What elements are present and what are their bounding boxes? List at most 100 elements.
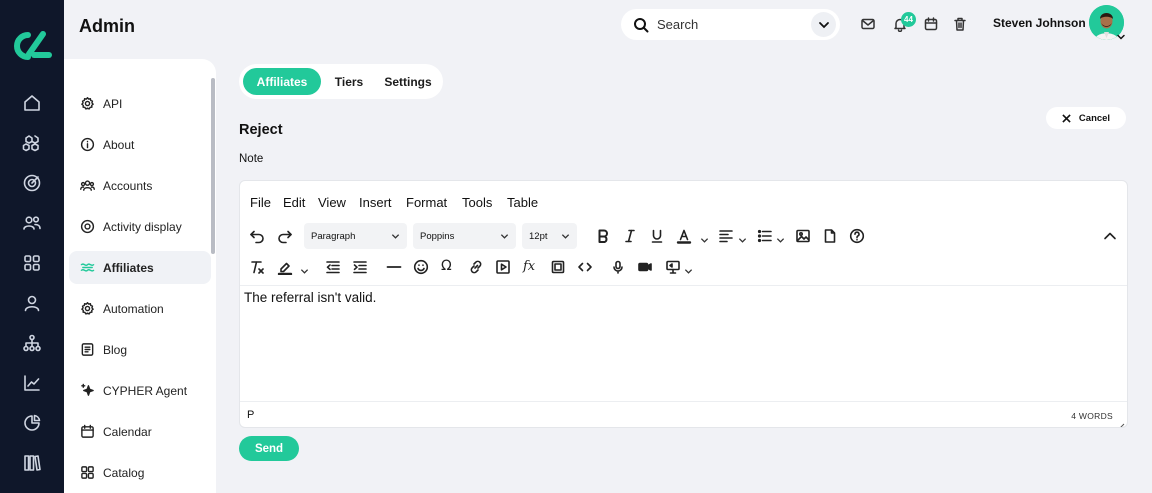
sidebar-item-accounts[interactable]: Accounts	[69, 169, 211, 202]
users-icon[interactable]	[22, 213, 42, 233]
link-icon[interactable]	[468, 259, 484, 275]
tab-bar: Affiliates Tiers Settings	[239, 64, 443, 99]
chevron-down-icon[interactable]	[738, 232, 747, 243]
font-size-select[interactable]: 12pt	[522, 223, 577, 249]
text-color-icon[interactable]	[676, 228, 692, 244]
page-title: Reject	[239, 122, 283, 138]
bold-icon[interactable]	[595, 228, 611, 244]
document-icon[interactable]	[822, 228, 838, 244]
mail-icon[interactable]	[860, 16, 876, 32]
sidebar-item-label: Calendar	[103, 424, 152, 439]
home-icon[interactable]	[22, 93, 42, 113]
word-count[interactable]: 4 WORDS	[1071, 411, 1113, 421]
font-family-select[interactable]: Poppins	[413, 223, 516, 249]
grid-icon[interactable]	[22, 253, 42, 273]
affiliates-icon	[80, 260, 95, 275]
editor-text: The referral isn't valid.	[244, 290, 377, 305]
brand-logo[interactable]	[12, 30, 52, 62]
trash-icon[interactable]	[952, 16, 968, 32]
chevron-down-icon[interactable]	[300, 263, 309, 274]
emoji-icon[interactable]	[413, 259, 429, 275]
search-dropdown-button[interactable]	[811, 12, 836, 37]
editor-statusbar: P 4 WORDS	[240, 401, 1127, 427]
menu-format[interactable]: Format	[406, 195, 447, 210]
sidebar-item-label: Accounts	[103, 178, 153, 193]
search-icon	[633, 17, 649, 33]
network-icon[interactable]	[22, 333, 42, 353]
chart-line-icon[interactable]	[22, 373, 42, 393]
target-icon[interactable]	[22, 173, 42, 193]
undo-icon[interactable]	[249, 228, 265, 244]
clear-format-icon[interactable]	[249, 259, 265, 275]
chevron-down-icon[interactable]	[684, 263, 693, 274]
microphone-icon[interactable]	[610, 259, 626, 275]
formula-icon[interactable]: fx	[523, 259, 535, 274]
sidebar-item-automation[interactable]: Automation	[69, 292, 211, 325]
resize-handle-icon[interactable]	[1117, 418, 1125, 427]
italic-icon[interactable]	[622, 228, 638, 244]
editor-content[interactable]: The referral isn't valid.	[240, 285, 1127, 401]
chevron-down-icon[interactable]	[700, 232, 709, 243]
cancel-button[interactable]: Cancel	[1046, 107, 1126, 129]
code-icon[interactable]	[577, 259, 593, 275]
indent-icon[interactable]	[352, 259, 368, 275]
sidebar-item-catalog[interactable]: Catalog	[69, 456, 211, 489]
tab-tiers[interactable]: Tiers	[327, 68, 371, 95]
presentation-icon[interactable]	[665, 259, 681, 275]
chevron-down-icon	[818, 21, 829, 28]
menu-view[interactable]: View	[318, 195, 346, 210]
align-left-icon[interactable]	[718, 228, 734, 244]
redo-icon[interactable]	[277, 228, 293, 244]
library-icon[interactable]	[22, 453, 42, 473]
user-icon[interactable]	[22, 293, 42, 313]
chevron-down-icon[interactable]	[1116, 29, 1126, 40]
document-icon	[80, 342, 95, 357]
bullet-list-icon[interactable]	[757, 228, 773, 244]
menu-insert[interactable]: Insert	[359, 195, 392, 210]
search-bar[interactable]	[621, 9, 840, 40]
highlight-icon[interactable]	[277, 259, 293, 276]
gear-icon	[80, 96, 95, 111]
chevron-down-icon	[391, 232, 400, 241]
sidebar-scrollbar[interactable]	[211, 78, 215, 254]
menu-tools[interactable]: Tools	[462, 195, 492, 210]
cancel-button-label: Cancel	[1078, 112, 1111, 124]
tab-affiliates[interactable]: Affiliates	[243, 68, 321, 95]
image-icon[interactable]	[795, 228, 811, 244]
block-format-value: Paragraph	[311, 230, 356, 242]
chevron-down-icon	[500, 232, 509, 241]
media-icon[interactable]	[495, 259, 511, 275]
send-button[interactable]: Send	[239, 436, 299, 461]
close-icon	[1062, 113, 1071, 123]
help-icon[interactable]	[849, 228, 865, 244]
sidebar: API About Accounts Activity display Affi…	[64, 59, 216, 493]
horizontal-line-icon[interactable]	[386, 259, 402, 275]
sidebar-item-cypher-agent[interactable]: CYPHER Agent	[69, 374, 211, 407]
calendar-icon	[80, 424, 95, 439]
sidebar-item-calendar[interactable]: Calendar	[69, 415, 211, 448]
sidebar-item-blog[interactable]: Blog	[69, 333, 211, 366]
chevron-up-icon[interactable]	[1102, 228, 1118, 244]
sidebar-item-label: Catalog	[103, 465, 145, 480]
user-name[interactable]: Steven Johnson	[993, 16, 1086, 30]
special-character-icon[interactable]: Ω	[441, 258, 452, 274]
menu-edit[interactable]: Edit	[283, 195, 305, 210]
underline-icon[interactable]	[649, 228, 665, 244]
chevron-down-icon[interactable]	[776, 232, 785, 243]
element-path[interactable]: P	[247, 409, 254, 421]
boxes-icon[interactable]	[22, 133, 42, 153]
tab-settings[interactable]: Settings	[378, 68, 438, 95]
outdent-icon[interactable]	[325, 259, 341, 275]
menu-table[interactable]: Table	[507, 195, 538, 210]
code-sample-icon[interactable]	[550, 259, 566, 275]
sidebar-item-about[interactable]: About	[69, 128, 211, 161]
search-input[interactable]	[657, 17, 807, 32]
block-format-select[interactable]: Paragraph	[304, 223, 407, 249]
sidebar-item-activity-display[interactable]: Activity display	[69, 210, 211, 243]
sidebar-item-api[interactable]: API	[69, 87, 211, 120]
video-icon[interactable]	[637, 259, 653, 275]
sidebar-item-affiliates[interactable]: Affiliates	[69, 251, 211, 284]
menu-file[interactable]: File	[250, 195, 271, 210]
calendar-icon[interactable]	[923, 16, 939, 32]
pie-chart-icon[interactable]	[22, 413, 42, 433]
